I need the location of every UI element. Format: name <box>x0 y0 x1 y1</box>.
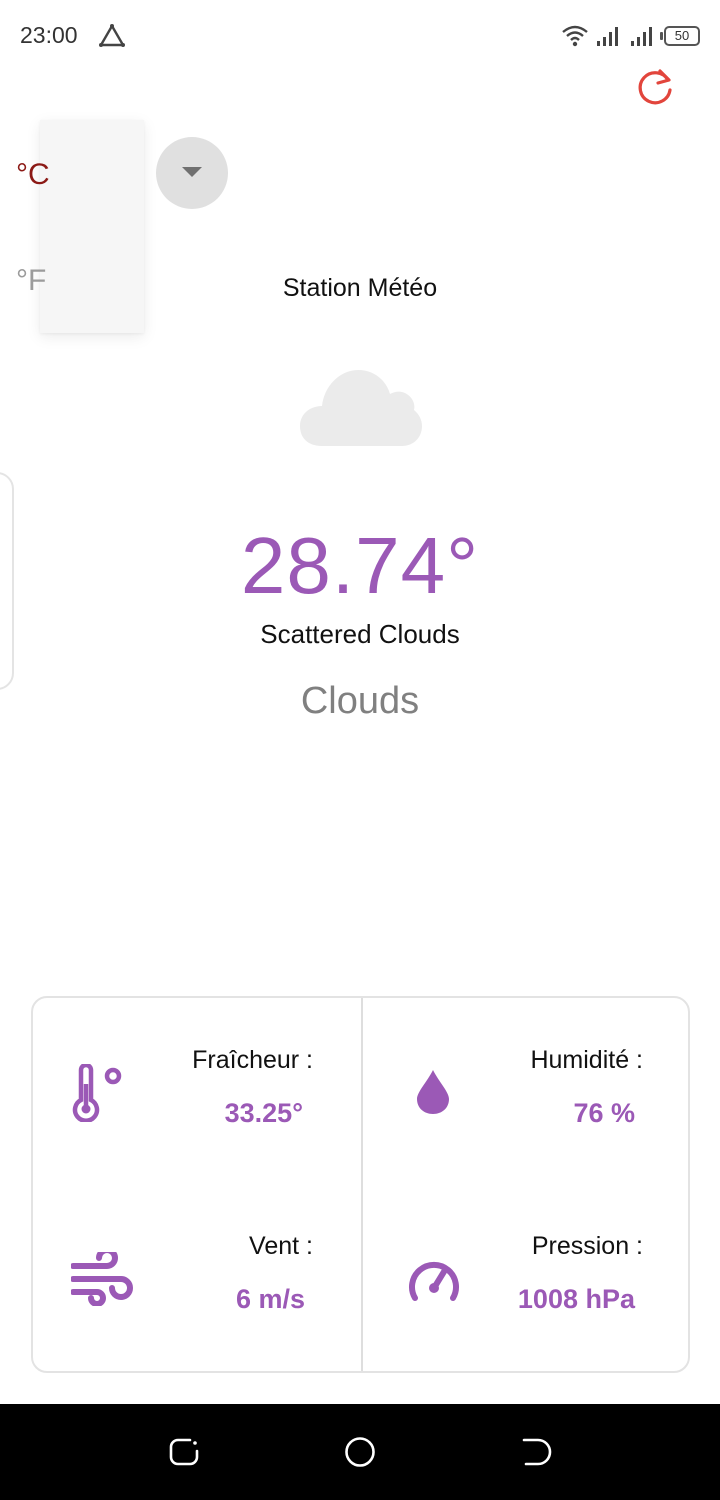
humidity-label: Humidité : <box>530 1046 643 1074</box>
unit-option-celsius[interactable]: °C <box>16 158 50 192</box>
pressure-value: 1008 hPa <box>517 1284 635 1314</box>
refresh-button[interactable] <box>632 64 678 110</box>
signal-icon <box>597 27 618 46</box>
weather-details-card: Fraîcheur : 33.25° Humidité : 76 % Vent … <box>31 996 690 1373</box>
system-nav-bar <box>0 1404 720 1500</box>
weather-main: Clouds <box>300 680 420 722</box>
pressure-cell: Pression : 1008 hPa <box>363 1184 689 1370</box>
water-drop-icon <box>417 1070 449 1114</box>
feels-like-cell: Fraîcheur : 33.25° <box>33 998 359 1184</box>
status-time: 23:00 <box>20 22 78 48</box>
current-temperature: 28.74° <box>240 521 480 610</box>
feels-like-label: Fraîcheur : <box>192 1046 313 1074</box>
back-button[interactable] <box>520 1436 552 1468</box>
humidity-value: 76 % <box>573 1098 635 1128</box>
page-title: Station Météo <box>282 274 438 302</box>
alert-triangle-icon <box>99 24 125 47</box>
status-bar: 23:00 50 <box>0 0 720 72</box>
wind-cell: Vent : 6 m/s <box>33 1184 359 1370</box>
unit-dropdown-button[interactable] <box>156 137 228 209</box>
feels-like-value: 33.25° <box>224 1098 303 1128</box>
wind-icon <box>71 1252 133 1306</box>
thermometer-icon <box>72 1064 122 1122</box>
pressure-label: Pression : <box>531 1232 643 1260</box>
home-button[interactable] <box>344 1436 376 1468</box>
battery-icon: 50 <box>660 26 700 46</box>
cloud-icon <box>300 370 422 446</box>
wind-value: 6 m/s <box>235 1284 305 1314</box>
status-icons: 50 <box>562 22 700 50</box>
wind-label: Vent : <box>249 1232 313 1260</box>
signal-icon <box>631 27 652 46</box>
recent-apps-button[interactable] <box>168 1436 200 1468</box>
humidity-cell: Humidité : 76 % <box>363 998 689 1184</box>
gauge-icon <box>409 1261 459 1301</box>
caret-down-icon <box>182 167 202 177</box>
weather-description: Scattered Clouds <box>260 619 460 649</box>
wifi-icon <box>562 25 588 47</box>
